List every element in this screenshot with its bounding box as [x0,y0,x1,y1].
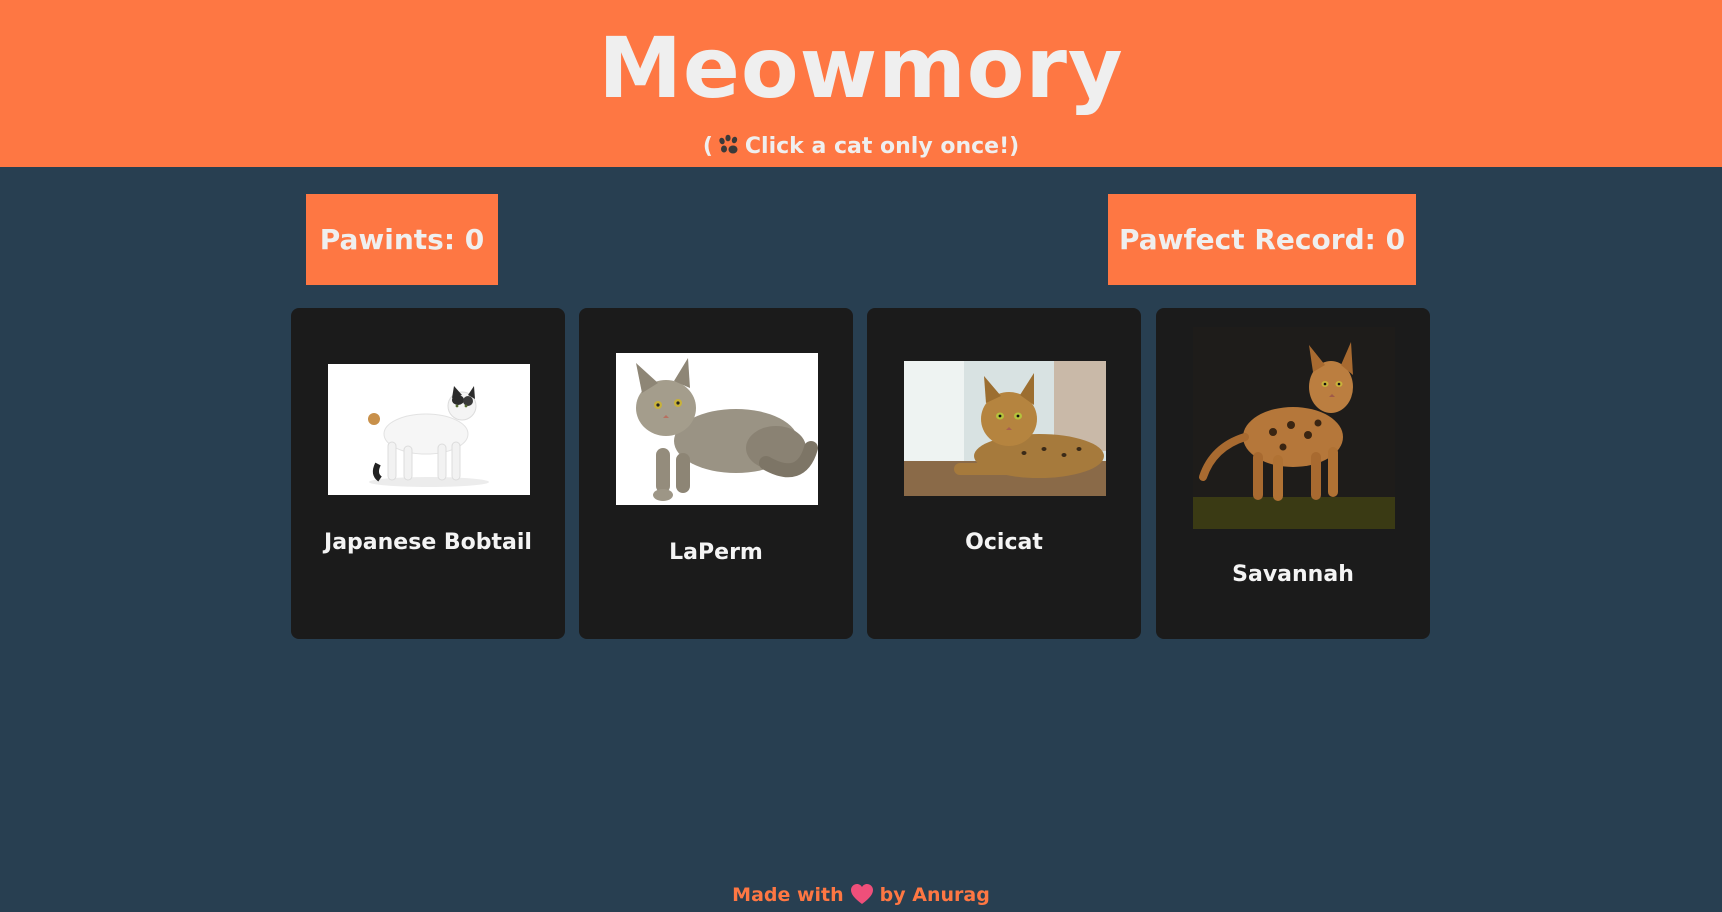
best-score: Pawfect Record: 0 [1108,194,1416,285]
cat-card[interactable]: Ocicat [867,308,1141,639]
best-score-value: 0 [1385,223,1406,256]
footer: Made with by Anurag [0,882,1722,912]
best-score-label: Pawfect Record: [1118,223,1386,256]
current-score: Pawints: 0 [306,194,498,285]
savannah-image[interactable] [1193,327,1395,529]
cat-card[interactable]: Savannah [1156,308,1430,639]
paw-icon [717,134,741,164]
cat-name: LaPerm [669,540,763,565]
subtitle-prefix: ( [702,134,713,159]
heart-icon [850,883,874,912]
cat-card[interactable]: LaPerm [579,308,853,639]
cat-name: Japanese Bobtail [324,530,532,555]
current-score-label: Pawints: [319,223,465,256]
japanese-bobtail-image[interactable] [328,364,530,495]
cat-name: Savannah [1232,562,1354,587]
laperm-image[interactable] [616,353,818,505]
footer-prefix: Made with [732,884,844,906]
subtitle-text: Click a cat only once!) [744,134,1020,159]
page-title: Meowmory [598,19,1124,117]
ocicat-image[interactable] [904,361,1106,496]
footer-suffix: by Anurag [879,884,990,906]
header-bar: Meowmory ( Click a cat only once!) [0,0,1722,167]
page-subtitle: ( Click a cat only once!) [0,133,1722,164]
cat-name: Ocicat [965,530,1043,555]
current-score-value: 0 [464,223,485,256]
cat-card[interactable]: Japanese Bobtail [291,308,565,639]
